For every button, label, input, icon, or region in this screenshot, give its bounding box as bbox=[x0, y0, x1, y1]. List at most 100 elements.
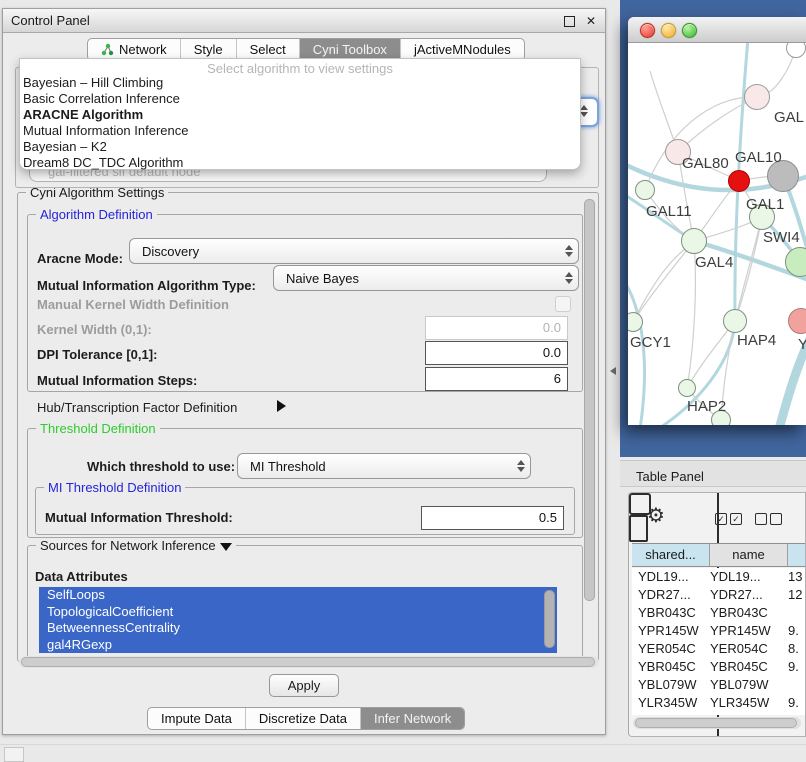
hub-expand-arrow-icon[interactable] bbox=[277, 400, 286, 412]
close-traffic-light-icon[interactable] bbox=[640, 23, 655, 38]
cell: YDL19... bbox=[710, 568, 788, 586]
dropdown-item-mutual-information[interactable]: Mutual Information Inference bbox=[23, 123, 577, 139]
cell: YLR345W bbox=[632, 694, 710, 712]
which-threshold-combo[interactable]: MI Threshold bbox=[237, 453, 531, 479]
aracne-mode-combo[interactable]: Discovery bbox=[129, 238, 579, 264]
table-row[interactable]: YBR045CYBR045C9. bbox=[632, 658, 805, 676]
cell: YBR045C bbox=[710, 658, 788, 676]
cell: 9 bbox=[788, 712, 805, 715]
node-label: GAL10 bbox=[735, 149, 782, 166]
bottom-strip bbox=[0, 744, 806, 762]
corner-handle[interactable] bbox=[4, 747, 24, 762]
column-header-clipped[interactable] bbox=[788, 544, 805, 566]
tab-network[interactable]: Network bbox=[88, 39, 180, 60]
node-label: GAL bbox=[774, 109, 804, 126]
sources-title: Sources for Network Inference bbox=[36, 538, 236, 553]
tab-infer-network[interactable]: Infer Network bbox=[360, 708, 464, 729]
cell: 13 bbox=[788, 568, 805, 586]
unchecked-checkbox-icon[interactable] bbox=[755, 513, 767, 525]
which-threshold-value: MI Threshold bbox=[238, 459, 512, 474]
tab-discretize-data[interactable]: Discretize Data bbox=[245, 708, 360, 729]
apply-button[interactable]: Apply bbox=[269, 674, 339, 697]
sources-title-text: Sources for Network Inference bbox=[40, 538, 216, 553]
node-label: SWI4 bbox=[763, 229, 800, 246]
cell: YPR145W bbox=[632, 622, 710, 640]
table-panel: Table Panel ⚙ ✓ ✓ shared... name YDL19..… bbox=[620, 457, 806, 762]
close-icon[interactable]: ✕ bbox=[586, 14, 596, 28]
cell: YPR145W bbox=[710, 622, 788, 640]
table-row[interactable]: YBL079WYBL079W bbox=[632, 676, 805, 694]
mi-steps-field[interactable]: 6 bbox=[425, 367, 568, 391]
node-gal11[interactable] bbox=[635, 180, 655, 200]
node-label: GAL80 bbox=[682, 155, 729, 172]
zoom-traffic-light-icon[interactable] bbox=[682, 23, 697, 38]
float-window-icon[interactable] bbox=[564, 16, 575, 27]
tab-impute-data[interactable]: Impute Data bbox=[148, 708, 245, 729]
cell: YER054C bbox=[632, 640, 710, 658]
node-gal[interactable] bbox=[744, 84, 770, 110]
node-hap2[interactable] bbox=[678, 379, 696, 397]
column-header-name[interactable]: name bbox=[710, 544, 788, 566]
mi-threshold-field[interactable]: 0.5 bbox=[421, 506, 564, 530]
table-row[interactable]: YDR27...YDR27...12 bbox=[632, 586, 805, 604]
control-panel-window: Control Panel ✕ Network Style Select Cyn… bbox=[2, 8, 606, 735]
network-window-titlebar bbox=[628, 17, 806, 43]
tab-discretize-data-label: Discretize Data bbox=[259, 708, 347, 730]
mi-type-combo[interactable]: Naive Bayes bbox=[273, 265, 579, 291]
list-item[interactable]: BetweennessCentrality bbox=[39, 620, 557, 637]
unchecked-checkbox-icon[interactable] bbox=[770, 513, 782, 525]
cell bbox=[788, 676, 805, 694]
data-attributes-label: Data Attributes bbox=[35, 569, 128, 584]
list-item[interactable]: TopologicalCoefficient bbox=[39, 604, 557, 621]
cell: 8. bbox=[788, 640, 805, 658]
column-header-shared-name[interactable]: shared... bbox=[632, 544, 710, 566]
table-horizontal-scrollbar[interactable] bbox=[633, 717, 801, 729]
minimize-traffic-light-icon[interactable] bbox=[661, 23, 676, 38]
tab-select[interactable]: Select bbox=[236, 39, 299, 60]
table-row[interactable]: YDL19...YDL19...13 bbox=[632, 568, 805, 586]
tab-cyni-toolbox[interactable]: Cyni Toolbox bbox=[299, 39, 400, 60]
node-gal4[interactable] bbox=[681, 228, 707, 254]
network-canvas[interactable]: GAL GAL80 GAL10 GAL11 GAL1 SWI4 GAL4 GCY… bbox=[628, 43, 806, 425]
table-row[interactable]: YLR345WYLR345W9. bbox=[632, 694, 805, 712]
list-item[interactable]: gal4RGexp bbox=[39, 637, 557, 654]
dpi-tolerance-field[interactable]: 0.0 bbox=[425, 341, 568, 365]
dropdown-item-aracne[interactable]: ARACNE Algorithm bbox=[23, 107, 577, 123]
list-item[interactable]: SelfLoops bbox=[39, 587, 557, 604]
threshold-definition-title: Threshold Definition bbox=[36, 421, 160, 436]
cell: YBL079W bbox=[632, 676, 710, 694]
checked-checkbox-icon[interactable]: ✓ bbox=[715, 513, 727, 525]
network-view-window: GAL GAL80 GAL10 GAL11 GAL1 SWI4 GAL4 GCY… bbox=[628, 17, 806, 425]
table-row[interactable]: YPR145WYPR145W9. bbox=[632, 622, 805, 640]
cell: YBL079W bbox=[710, 676, 788, 694]
combo-spinner-icon bbox=[560, 272, 578, 284]
kernel-width-field[interactable]: 0.0 bbox=[425, 316, 568, 340]
dropdown-item-bayesian-hill-climbing[interactable]: Bayesian – Hill Climbing bbox=[23, 75, 577, 91]
settings-horizontal-scrollbar[interactable] bbox=[19, 656, 599, 668]
cell: 9. bbox=[788, 622, 805, 640]
sources-collapse-arrow-icon[interactable] bbox=[220, 543, 232, 551]
panel-divider-collapse-icon[interactable] bbox=[610, 367, 616, 375]
table-row[interactable]: YER054CYER054C8. bbox=[632, 640, 805, 658]
tab-jactivemnodules[interactable]: jActiveMNodules bbox=[400, 39, 524, 60]
table-row[interactable]: YBR043CYBR043C bbox=[632, 604, 805, 622]
settings-vertical-scrollbar[interactable] bbox=[584, 199, 595, 601]
mi-threshold-label: Mutual Information Threshold: bbox=[45, 510, 233, 525]
dropdown-item-basic-correlation[interactable]: Basic Correlation Inference bbox=[23, 91, 577, 107]
mi-type-label: Mutual Information Algorithm Type: bbox=[37, 278, 256, 293]
attributes-list-scrollbar[interactable] bbox=[544, 590, 555, 648]
gear-icon[interactable]: ⚙ bbox=[647, 503, 665, 528]
aracne-mode-value: Discovery bbox=[130, 244, 560, 259]
tab-style[interactable]: Style bbox=[180, 39, 236, 60]
table-row[interactable]: YIL052CYIL052C9 bbox=[632, 712, 805, 715]
node-selected-red[interactable] bbox=[728, 170, 750, 192]
document-icon[interactable] bbox=[629, 515, 648, 542]
manual-kernel-checkbox[interactable] bbox=[555, 296, 571, 312]
node-label: HAP2 bbox=[687, 398, 726, 415]
dropdown-item-bayesian-k2[interactable]: Bayesian – K2 bbox=[23, 139, 577, 155]
node-hap4[interactable] bbox=[723, 309, 747, 333]
dropdown-item-dream8[interactable]: Dream8 DC_TDC Algorithm bbox=[23, 155, 577, 171]
cell: YDR27... bbox=[710, 586, 788, 604]
dropdown-prompt: Select algorithm to view settings bbox=[20, 61, 580, 76]
checked-checkbox-icon[interactable]: ✓ bbox=[730, 513, 742, 525]
